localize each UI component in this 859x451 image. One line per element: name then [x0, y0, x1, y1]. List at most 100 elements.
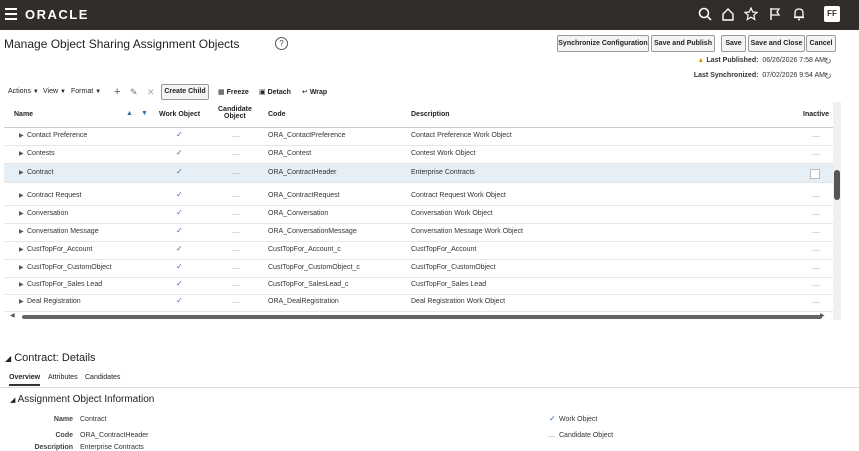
expand-row-icon[interactable]: ▶	[19, 169, 24, 176]
row-description: CustTopFor_Account	[411, 246, 477, 253]
wrap-button[interactable]: ↵ Wrap	[302, 88, 327, 96]
collapse-triangle-icon[interactable]: ◢	[10, 397, 15, 404]
candidate-object-marker: ....	[232, 132, 240, 139]
expand-row-icon[interactable]: ▶	[19, 264, 24, 271]
vertical-scrollbar[interactable]	[833, 102, 841, 320]
work-object-check-icon: ✓	[549, 414, 556, 423]
scroll-right-icon[interactable]: ▶	[820, 312, 825, 319]
expand-row-icon[interactable]: ▶	[19, 192, 24, 199]
save-and-close-button[interactable]: Save and Close	[748, 35, 805, 52]
notifications-bell-icon[interactable]	[792, 7, 808, 23]
column-header-inactive[interactable]: Inactive	[803, 111, 829, 118]
refresh-synchronized-icon[interactable]: ↻	[824, 71, 832, 82]
candidate-object-marker: ....	[232, 264, 240, 271]
column-header-code[interactable]: Code	[268, 111, 286, 118]
work-object-check-icon: ✓	[176, 262, 183, 271]
edit-pencil-icon[interactable]: ✎	[130, 87, 138, 98]
home-icon[interactable]	[721, 7, 737, 23]
cancel-button[interactable]: Cancel	[806, 35, 836, 52]
tab-candidates[interactable]: Candidates	[85, 374, 120, 381]
code-value: ORA_ContractHeader	[80, 432, 149, 439]
view-menu[interactable]: View ▼	[43, 88, 66, 95]
vertical-scroll-thumb[interactable]	[834, 170, 840, 200]
column-header-name[interactable]: Name	[14, 111, 33, 118]
inactive-marker: ....	[812, 228, 820, 235]
detach-icon: ▣	[259, 89, 266, 96]
column-header-description[interactable]: Description	[411, 111, 450, 118]
save-button[interactable]: Save	[721, 35, 746, 52]
table-row[interactable]: ▶ Contact Preference ✓.... ORA_ContactPrefe…	[4, 127, 834, 146]
row-code: ORA_Conversation	[268, 210, 329, 217]
row-name: Contract Request	[27, 192, 82, 199]
warning-icon: ▲	[697, 57, 705, 64]
delete-x-icon[interactable]: ✕	[147, 87, 155, 98]
inactive-marker: ....	[812, 264, 820, 271]
tab-overview[interactable]: Overview	[9, 374, 41, 386]
expand-row-icon[interactable]: ▶	[19, 210, 24, 217]
actions-menu[interactable]: Actions ▼	[8, 88, 39, 95]
hamburger-menu-icon[interactable]	[5, 8, 17, 20]
scroll-left-icon[interactable]: ◀	[10, 312, 15, 319]
work-object-check-icon: ✓	[176, 208, 183, 217]
row-code: ORA_DealRegistration	[268, 298, 339, 305]
expand-row-icon[interactable]: ▶	[19, 132, 24, 139]
refresh-published-icon[interactable]: ↻	[824, 56, 832, 67]
last-synchronized-info: Last Synchronized: 07/02/2026 9:54 AM	[694, 72, 825, 79]
help-icon[interactable]: ?	[275, 37, 288, 50]
inactive-checkbox[interactable]	[810, 169, 820, 179]
expand-row-icon[interactable]: ▶	[19, 246, 24, 253]
save-and-publish-button[interactable]: Save and Publish	[651, 35, 715, 52]
row-description: CustTopFor_CustomObject	[411, 264, 496, 271]
candidate-object-marker: ....	[232, 169, 240, 176]
row-description: Contact Preference Work Object	[411, 132, 512, 139]
sort-descending-icon[interactable]: ▼	[141, 110, 148, 117]
column-header-work-object[interactable]: Work Object	[159, 111, 200, 118]
expand-row-icon[interactable]: ▶	[19, 150, 24, 157]
synchronize-configuration-button[interactable]: Synchronize Configuration	[557, 35, 649, 52]
freeze-button[interactable]: ▦ Freeze	[218, 88, 249, 96]
inactive-marker: ....	[812, 281, 820, 288]
assignment-object-information-header: ◢ Assignment Object Information	[10, 394, 155, 405]
inactive-marker: ....	[812, 210, 820, 217]
table-row[interactable]: ▶ Contests ✓.... ORA_Contest Contest Work Ob…	[4, 145, 834, 164]
table-row[interactable]: ▶ Conversation ✓.... ORA_Conversation Conver…	[4, 205, 834, 224]
table-row[interactable]: ▶ CustTopFor_Account ✓.... CustTopFor_Accou…	[4, 241, 834, 260]
sort-ascending-icon[interactable]: ▲	[126, 110, 133, 117]
collapse-triangle-icon[interactable]: ◢	[5, 354, 11, 363]
format-menu[interactable]: Format ▼	[71, 88, 101, 95]
expand-row-icon[interactable]: ▶	[19, 298, 24, 305]
work-object-label: Work Object	[559, 416, 598, 423]
freeze-icon: ▦	[218, 89, 225, 96]
tab-divider	[0, 387, 859, 388]
add-icon[interactable]: +	[114, 86, 120, 98]
user-avatar[interactable]: FF	[824, 6, 840, 22]
row-description: Conversation Message Work Object	[411, 228, 523, 235]
row-description: Enterprise Contracts	[411, 169, 475, 176]
last-published-value: 06/26/2026 7:58 AM	[762, 57, 825, 64]
row-code: CustTopFor_Account_c	[268, 246, 341, 253]
horizontal-scroll-thumb[interactable]	[22, 315, 822, 319]
row-name: Contact Preference	[27, 132, 88, 139]
expand-row-icon[interactable]: ▶	[19, 281, 24, 288]
expand-row-icon[interactable]: ▶	[19, 228, 24, 235]
row-name: CustTopFor_Sales Lead	[27, 281, 103, 288]
tab-attributes[interactable]: Attributes	[48, 374, 78, 381]
row-description: Deal Registration Work Object	[411, 298, 506, 305]
work-object-check-icon: ✓	[176, 130, 183, 139]
flag-icon[interactable]	[768, 7, 784, 23]
table-row[interactable]: ▶ Contract Request ✓.... ORA_ContractReques…	[4, 187, 834, 206]
work-object-check-icon: ✓	[176, 296, 183, 305]
detach-button[interactable]: ▣ Detach	[259, 88, 291, 96]
inactive-marker: ....	[812, 246, 820, 253]
row-name: CustTopFor_Account	[27, 246, 93, 253]
search-icon[interactable]	[698, 7, 714, 23]
table-row[interactable]: ▶ Deal Registration ✓.... ORA_DealRegistrat…	[4, 293, 834, 312]
create-child-button[interactable]: Create Child	[161, 84, 209, 100]
row-code: ORA_ContractHeader	[268, 169, 337, 176]
column-header-candidate-object[interactable]: Candidate Object	[218, 106, 252, 120]
page-title: Manage Object Sharing Assignment Objects	[4, 37, 240, 51]
table-row[interactable]: ▶ Contract ✓.... ORA_ContractHeader Enterpri…	[4, 164, 834, 183]
favorites-star-icon[interactable]	[744, 7, 760, 23]
horizontal-scrollbar[interactable]: ◀ ▶	[10, 312, 825, 320]
table-row[interactable]: ▶ Conversation Message ✓.... ORA_Conversati…	[4, 223, 834, 242]
